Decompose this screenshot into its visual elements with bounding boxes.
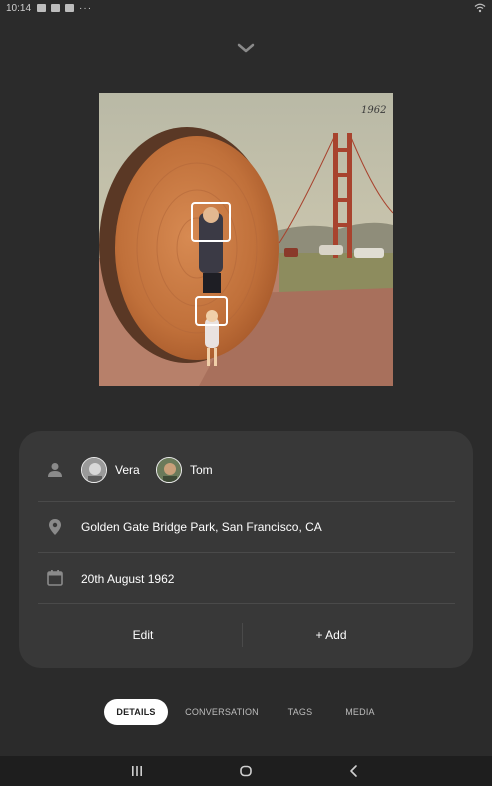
person-icon <box>48 463 62 477</box>
divider <box>38 603 455 604</box>
face-tag-box[interactable] <box>191 202 231 242</box>
mail-icon <box>51 4 61 12</box>
status-time: 10:14 <box>6 2 32 14</box>
person-chip-vera[interactable]: Vera <box>81 457 140 483</box>
date-text[interactable]: 20th August 1962 <box>81 572 174 586</box>
memory-photo[interactable]: 1962 <box>99 93 393 386</box>
edit-button[interactable]: Edit <box>93 611 193 659</box>
gallery-icon <box>37 4 47 12</box>
photo-year-caption: 1962 <box>361 105 387 116</box>
home-icon[interactable] <box>238 763 254 779</box>
person-name: Vera <box>115 463 140 477</box>
calendar-icon <box>47 570 63 586</box>
recents-icon[interactable] <box>129 763 145 779</box>
tab-tags[interactable]: TAGS <box>280 699 320 725</box>
add-button[interactable]: + Add <box>281 611 381 659</box>
wifi-icon <box>474 3 486 13</box>
action-divider <box>242 623 243 647</box>
divider <box>38 501 455 502</box>
divider <box>38 552 455 553</box>
location-pin-icon <box>49 519 61 535</box>
card-actions: Edit + Add <box>38 611 455 659</box>
avatar <box>156 457 182 483</box>
location-text[interactable]: Golden Gate Bridge Park, San Francisco, … <box>81 520 322 534</box>
contact-icon <box>65 4 75 12</box>
face-tag-box[interactable] <box>195 296 228 326</box>
back-icon[interactable] <box>346 763 362 779</box>
status-bar: 10:14 ··· <box>0 0 492 16</box>
more-notifications: ··· <box>79 2 93 14</box>
tab-conversation[interactable]: CONVERSATION <box>182 699 262 725</box>
tab-media[interactable]: MEDIA <box>338 699 382 725</box>
details-card: Vera Tom Golden Gate Bridge Park, San Fr… <box>19 431 473 668</box>
tab-details[interactable]: DETAILS <box>104 699 168 725</box>
avatar <box>81 457 107 483</box>
person-chip-tom[interactable]: Tom <box>156 457 213 483</box>
bottom-tabs: DETAILS CONVERSATION TAGS MEDIA <box>0 699 492 725</box>
person-name: Tom <box>190 463 213 477</box>
photo-image <box>99 93 393 386</box>
chevron-down-icon[interactable] <box>236 38 256 58</box>
system-nav-bar <box>0 756 492 786</box>
